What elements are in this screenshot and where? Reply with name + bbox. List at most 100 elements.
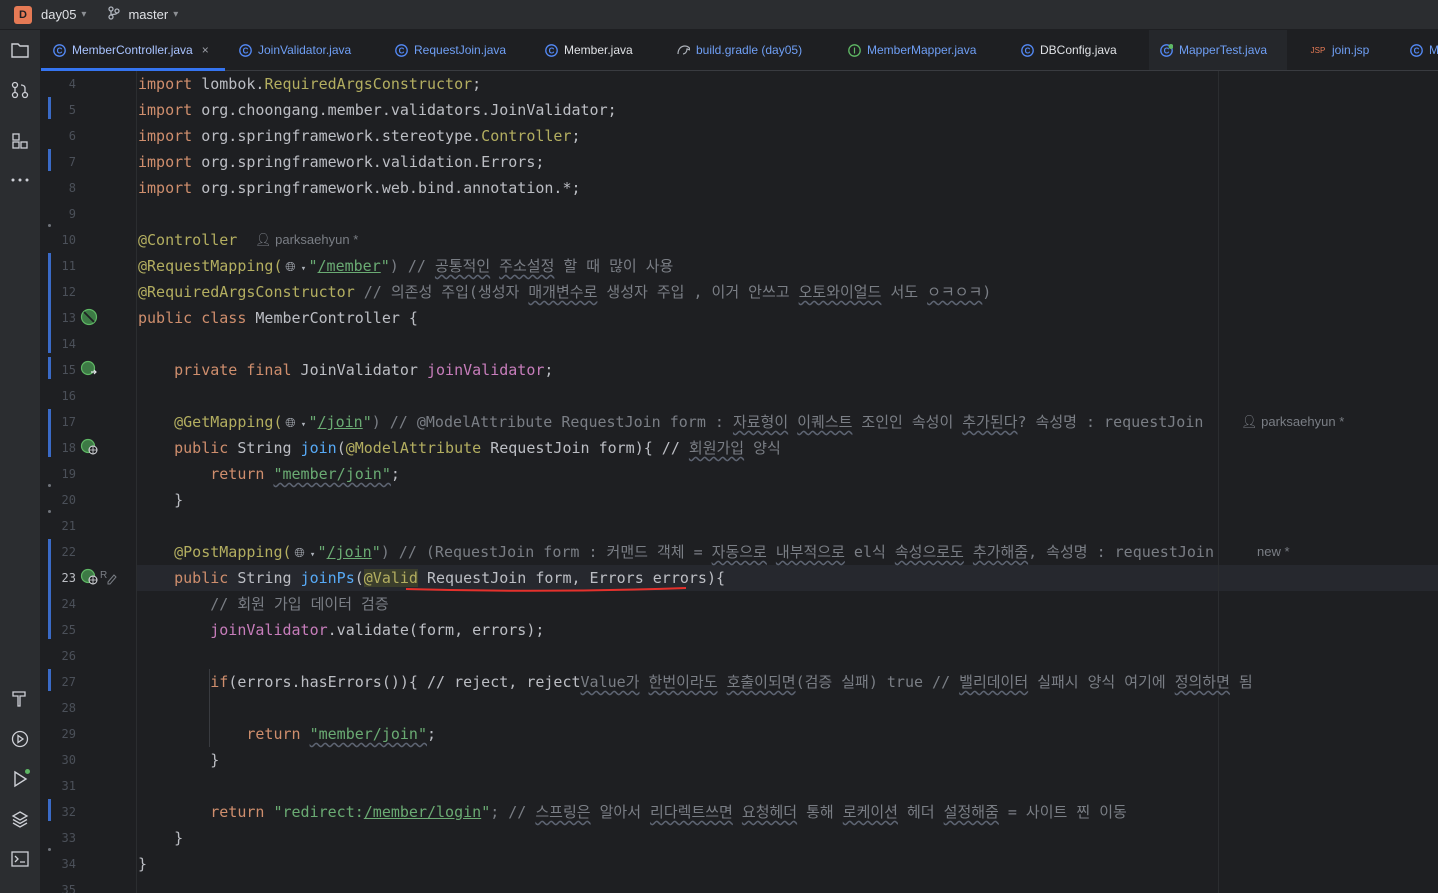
line-number: 12 — [61, 285, 76, 299]
author-hint[interactable]: 👤︎ parksaehyun * — [1241, 409, 1344, 435]
code-line-15[interactable]: private final JoinValidator joinValidato… — [138, 357, 553, 383]
code-line-5[interactable]: import org.choongang.member.validators.J… — [138, 97, 617, 123]
gutter-separator — [136, 71, 137, 893]
svg-text:C: C — [549, 46, 555, 55]
code-line-20[interactable]: } — [138, 487, 183, 513]
line-number: 17 — [61, 415, 76, 429]
tab-join-jsp[interactable]: JSP join.jsp — [1310, 30, 1370, 70]
code-line-29[interactable]: return "member/join"; — [138, 721, 436, 747]
code-line-22[interactable]: @PostMapping(🌐︎ ▾ "/join") // (RequestJoin… — [138, 539, 1214, 565]
tab-joinvalidator[interactable]: C JoinValidator.java — [239, 30, 351, 70]
git-branch-icon — [108, 6, 121, 23]
deleted-marker[interactable] — [48, 224, 51, 227]
spring-bean-navigate-icon[interactable] — [80, 360, 98, 378]
author-hint[interactable]: 👤︎ parksaehyun * — [255, 227, 358, 253]
class-icon: C — [1021, 43, 1034, 57]
interface-icon: I — [848, 43, 861, 57]
line-number: 28 — [61, 701, 76, 715]
code-line-12[interactable]: @RequiredArgsConstructor // 의존성 주입(생성자 매… — [138, 279, 991, 305]
tab-label: DBConfig.java — [1040, 43, 1117, 57]
project-badge[interactable]: D — [14, 5, 32, 24]
globe-icon[interactable]: 🌐︎ — [283, 411, 299, 437]
tab-membermapper[interactable]: I MemberMapper.java — [848, 30, 976, 70]
line-number: 25 — [61, 623, 76, 637]
deleted-marker[interactable] — [48, 484, 51, 487]
deleted-marker[interactable] — [48, 848, 51, 851]
code-line-33[interactable]: } — [138, 825, 183, 851]
class-icon: C — [395, 43, 408, 57]
line-number: 6 — [68, 129, 76, 143]
line-number: 31 — [61, 779, 76, 793]
chevron-down-icon: ▾ — [173, 9, 179, 20]
line-number: 35 — [61, 883, 76, 893]
request-mapping-icon[interactable] — [80, 438, 98, 456]
spring-bean-icon[interactable] — [80, 308, 98, 326]
code-line-19[interactable]: return "member/join"; — [138, 461, 400, 487]
run-icon[interactable] — [8, 767, 32, 791]
author-hint[interactable]: new * — [1257, 539, 1290, 565]
class-icon: C — [53, 43, 66, 57]
running-indicator — [25, 769, 30, 774]
services-icon[interactable] — [8, 727, 32, 751]
folder-icon[interactable] — [8, 38, 32, 62]
project-name: day05 — [41, 7, 77, 22]
globe-icon[interactable]: 🌐︎ — [292, 541, 308, 567]
more-icon[interactable] — [8, 168, 32, 192]
project-selector[interactable]: day05 ▾ — [41, 7, 86, 22]
build-hammer-icon[interactable] — [8, 687, 32, 711]
tab-overflow[interactable]: C M — [1410, 30, 1438, 70]
globe-icon[interactable]: 🌐︎ — [283, 255, 299, 281]
line-number: 26 — [61, 649, 76, 663]
tab-member[interactable]: C Member.java — [545, 30, 633, 70]
request-mapping-icon[interactable]: R — [80, 568, 120, 586]
code-line-18[interactable]: public String join(@ModelAttribute Reque… — [138, 435, 781, 461]
svg-text:R: R — [100, 570, 107, 581]
structure-icon[interactable] — [8, 129, 32, 153]
code-line-24[interactable]: // 회원 가입 데이터 검증 — [138, 591, 388, 617]
chevron-down-icon: ▾ — [81, 9, 87, 20]
tab-build-gradle[interactable]: build.gradle (day05) — [677, 30, 802, 70]
tab-dbconfig[interactable]: C DBConfig.java — [1021, 30, 1117, 70]
code-line-10[interactable]: @Controller — [138, 227, 237, 253]
line-number: 11 — [61, 259, 76, 273]
line-number: 10 — [61, 233, 76, 247]
code-line-27[interactable]: if(errors.hasErrors()){ // reject, rejec… — [138, 669, 1253, 695]
code-line-30[interactable]: } — [138, 747, 219, 773]
tab-membercontroller[interactable]: C MemberController.java × — [41, 30, 225, 71]
code-line-13[interactable]: public class MemberController { — [138, 305, 418, 331]
code-line-8[interactable]: import org.springframework.web.bind.anno… — [138, 175, 581, 201]
layers-icon[interactable] — [8, 807, 32, 831]
line-number: 24 — [61, 597, 76, 611]
tab-label: Member.java — [564, 43, 633, 57]
tool-window-strip — [0, 30, 41, 893]
editor-gutter[interactable]: 4 5 6 7 8 9 10 11 12 13 14 15 16 17 18 1… — [41, 71, 136, 893]
jsp-icon: JSP — [1310, 45, 1326, 55]
line-number: 16 — [61, 389, 76, 403]
close-icon[interactable]: × — [202, 43, 209, 57]
deleted-marker[interactable] — [48, 510, 51, 513]
code-line-7[interactable]: import org.springframework.validation.Er… — [138, 149, 544, 175]
svg-text:C: C — [243, 46, 249, 55]
code-line-25[interactable]: joinValidator.validate(form, errors); — [138, 617, 544, 643]
code-line-17[interactable]: @GetMapping(🌐︎ ▾ "/join") // @ModelAttribu… — [138, 409, 1203, 435]
tab-label: MemberMapper.java — [867, 43, 977, 57]
svg-text:I: I — [853, 46, 855, 55]
tab-label: build.gradle (day05) — [696, 43, 803, 57]
tab-label: JoinValidator.java — [258, 43, 352, 57]
line-number-current: 23 — [61, 571, 76, 585]
code-editor[interactable]: 4 5 6 7 8 9 10 11 12 13 14 15 16 17 18 1… — [41, 71, 1438, 893]
line-number: 33 — [61, 831, 76, 845]
line-number: 27 — [61, 675, 76, 689]
tab-mappertest[interactable]: C MapperTest.java — [1149, 30, 1287, 70]
code-line-11[interactable]: @RequestMapping(🌐︎ ▾ "/member") // 공통적인 주소… — [138, 253, 673, 279]
code-line-32[interactable]: return "redirect:/member/login"; // 스프링은… — [138, 799, 1127, 825]
tab-requestjoin[interactable]: C RequestJoin.java — [395, 30, 506, 70]
branch-selector[interactable]: master ▾ — [108, 6, 178, 23]
line-number: 4 — [68, 77, 76, 91]
code-line-4[interactable]: import lombok.RequiredArgsConstructor; — [138, 71, 481, 97]
code-line-34[interactable]: } — [138, 851, 147, 877]
git-commit-icon[interactable] — [8, 78, 32, 102]
terminal-icon[interactable] — [8, 847, 32, 871]
author-name: new * — [1257, 544, 1290, 559]
code-line-6[interactable]: import org.springframework.stereotype.Co… — [138, 123, 581, 149]
